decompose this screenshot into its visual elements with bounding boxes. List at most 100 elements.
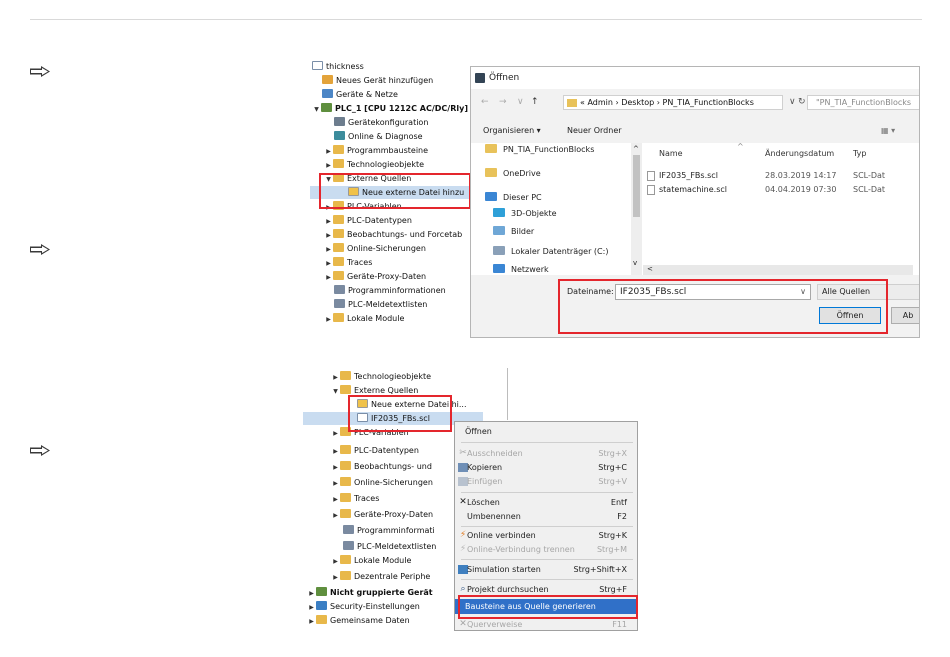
folder-icon <box>485 168 497 177</box>
forward-arrow-icon[interactable]: → <box>499 97 507 107</box>
nav-scrollbar[interactable]: ^ v <box>631 143 642 275</box>
nav-item-pictures[interactable]: Bilder <box>493 225 534 239</box>
top-divider <box>30 19 922 20</box>
search-field[interactable]: "PN_TIA_FunctionBlocks <box>807 95 919 110</box>
scroll-left-icon[interactable]: < <box>647 265 653 273</box>
menu-item-go-online[interactable]: ⚡ Online verbinden Strg+K <box>455 528 637 543</box>
nav-item-local-disk[interactable]: Lokaler Datenträger (C:) <box>493 245 608 259</box>
collapsed-arrow-icon[interactable]: ▶ <box>331 427 340 440</box>
network-icon <box>322 89 333 98</box>
tree-item-program-info[interactable]: Programminformationen <box>310 284 490 297</box>
folder-icon <box>316 615 327 624</box>
tree-item-plc-datatypes[interactable]: ▶ PLC-Datentypen <box>310 214 490 227</box>
new-folder-button[interactable]: Neuer Ordner <box>567 126 622 135</box>
collapsed-arrow-icon[interactable]: ▶ <box>331 371 340 384</box>
menu-item-delete[interactable]: ✕ Löschen Entf <box>455 495 637 510</box>
collapsed-arrow-icon[interactable]: ▶ <box>324 271 333 284</box>
collapsed-arrow-icon[interactable]: ▶ <box>307 615 316 628</box>
folder-icon <box>333 145 344 154</box>
column-header-date[interactable]: Änderungsdatum <box>765 149 834 158</box>
tree-item-device-config[interactable]: Gerätekonfiguration <box>310 116 490 129</box>
collapsed-arrow-icon[interactable]: ▶ <box>331 461 340 474</box>
arrow-right-icon <box>30 66 50 77</box>
dialog-titlebar: Öffnen <box>471 67 919 89</box>
collapsed-arrow-icon[interactable]: ▶ <box>307 601 316 614</box>
collapsed-arrow-icon[interactable]: ▶ <box>324 215 333 228</box>
file-row[interactable]: statemachine.scl 04.04.2019 07:30 SCL-Da… <box>643 183 919 197</box>
folder-icon <box>340 571 351 580</box>
tree-item-online-backups[interactable]: ▶ Online-Sicherungen <box>310 242 490 255</box>
file-row[interactable]: IF2035_FBs.scl 28.03.2019 14:17 SCL-Dat <box>643 169 919 183</box>
chevron-down-icon[interactable]: ∨ <box>517 97 524 107</box>
nav-item-pn-tia[interactable]: PN_TIA_FunctionBlocks <box>485 143 594 157</box>
tree-item-technology-objects[interactable]: ▶ Technologieobjekte <box>303 370 509 383</box>
column-header-type[interactable]: Typ <box>853 149 866 158</box>
diagnose-icon <box>334 131 345 140</box>
menu-item-open[interactable]: Öffnen <box>455 424 637 439</box>
collapsed-arrow-icon[interactable]: ▶ <box>324 243 333 256</box>
collapsed-arrow-icon[interactable]: ▶ <box>331 571 340 584</box>
folder-icon <box>340 371 351 380</box>
sort-up-icon: ^ <box>737 142 744 151</box>
collapsed-arrow-icon[interactable]: ▶ <box>331 477 340 490</box>
nav-item-this-pc[interactable]: Dieser PC <box>485 191 542 205</box>
column-header-name[interactable]: Name <box>659 149 683 158</box>
scroll-down-icon[interactable]: v <box>633 259 637 267</box>
collapsed-arrow-icon[interactable]: ▶ <box>307 587 316 600</box>
nav-item-network[interactable]: Netzwerk <box>493 263 549 273</box>
tree-item-watch-force-tables[interactable]: ▶ Beobachtungs- und Forcetab <box>310 228 490 241</box>
folder-icon <box>340 493 351 502</box>
tree-item-add-device[interactable]: Neues Gerät hinzufügen <box>310 74 490 87</box>
collapsed-arrow-icon[interactable]: ▶ <box>331 445 340 458</box>
tree-item-local-modules[interactable]: ▶ Lokale Module <box>310 312 490 325</box>
nav-scroll-thumb[interactable] <box>633 155 640 217</box>
view-options-icon[interactable]: ▦ ▾ <box>881 126 895 135</box>
folder-icon <box>333 215 344 224</box>
menu-item-rename[interactable]: Umbenennen F2 <box>455 509 637 524</box>
collapsed-arrow-icon[interactable]: ▶ <box>331 493 340 506</box>
file-list-hscrollbar[interactable]: < <box>643 265 913 275</box>
path-field[interactable]: « Admin › Desktop › PN_TIA_FunctionBlock… <box>563 95 783 110</box>
collapsed-arrow-icon[interactable]: ▶ <box>324 145 333 158</box>
back-arrow-icon[interactable]: ← <box>481 97 489 107</box>
menu-item-copy[interactable]: Kopieren Strg+C <box>455 460 637 475</box>
folder-icon <box>340 461 351 470</box>
cancel-button[interactable]: Ab <box>891 307 919 324</box>
path-dropdown-chevron-icon[interactable]: ∨ <box>789 97 796 107</box>
collapsed-arrow-icon[interactable]: ▶ <box>324 229 333 242</box>
nav-item-onedrive[interactable]: OneDrive <box>485 167 541 181</box>
tree-item-plc1[interactable]: ▼ PLC_1 [CPU 1212C AC/DC/Rly] <box>310 102 490 115</box>
refresh-icon[interactable]: ↻ <box>798 97 806 107</box>
tree-item-online-diagnose[interactable]: Online & Diagnose <box>310 130 490 143</box>
tree-item-program-blocks[interactable]: ▶ Programmbausteine <box>310 144 490 157</box>
collapsed-arrow-icon[interactable]: ▶ <box>331 555 340 568</box>
folder-icon <box>333 243 344 252</box>
file-list-pane: Name ^ Änderungsdatum Typ IF2035_FBs.scl… <box>643 142 919 275</box>
collapsed-arrow-icon[interactable]: ▶ <box>331 509 340 522</box>
menu-separator <box>461 442 633 443</box>
collapsed-arrow-icon[interactable]: ▶ <box>324 257 333 270</box>
arrow-right-icon <box>30 244 50 255</box>
scroll-up-icon[interactable]: ^ <box>633 145 639 153</box>
menu-item-start-simulation[interactable]: Simulation starten Strg+Shift+X <box>455 562 637 577</box>
network-icon <box>493 264 505 273</box>
organize-button[interactable]: Organisieren ▾ <box>483 126 541 135</box>
highlight-scl-file <box>348 395 452 432</box>
tree-item-device-proxy-data[interactable]: ▶ Geräte-Proxy-Daten <box>310 270 490 283</box>
pane-divider <box>507 368 508 420</box>
expanded-arrow-icon[interactable]: ▼ <box>312 103 321 116</box>
tree-item-devices-networks[interactable]: Geräte & Netze <box>310 88 490 101</box>
collapsed-arrow-icon[interactable]: ▶ <box>324 159 333 172</box>
expanded-arrow-icon[interactable]: ▼ <box>331 385 340 398</box>
tree-item-thickness[interactable]: thickness <box>312 60 490 73</box>
folder-icon <box>340 555 351 564</box>
dialog-app-icon <box>475 73 485 83</box>
tree-item-technology-objects[interactable]: ▶ Technologieobjekte <box>310 158 490 171</box>
nav-item-3d-objects[interactable]: 3D-Objekte <box>493 207 557 221</box>
collapsed-arrow-icon[interactable]: ▶ <box>324 313 333 326</box>
folder-icon <box>333 257 344 266</box>
tree-item-traces[interactable]: ▶ Traces <box>310 256 490 269</box>
up-arrow-icon[interactable]: ↑ <box>531 97 539 107</box>
tree-item-plc-text-lists[interactable]: PLC-Meldetextlisten <box>310 298 490 311</box>
add-device-icon <box>322 75 333 84</box>
